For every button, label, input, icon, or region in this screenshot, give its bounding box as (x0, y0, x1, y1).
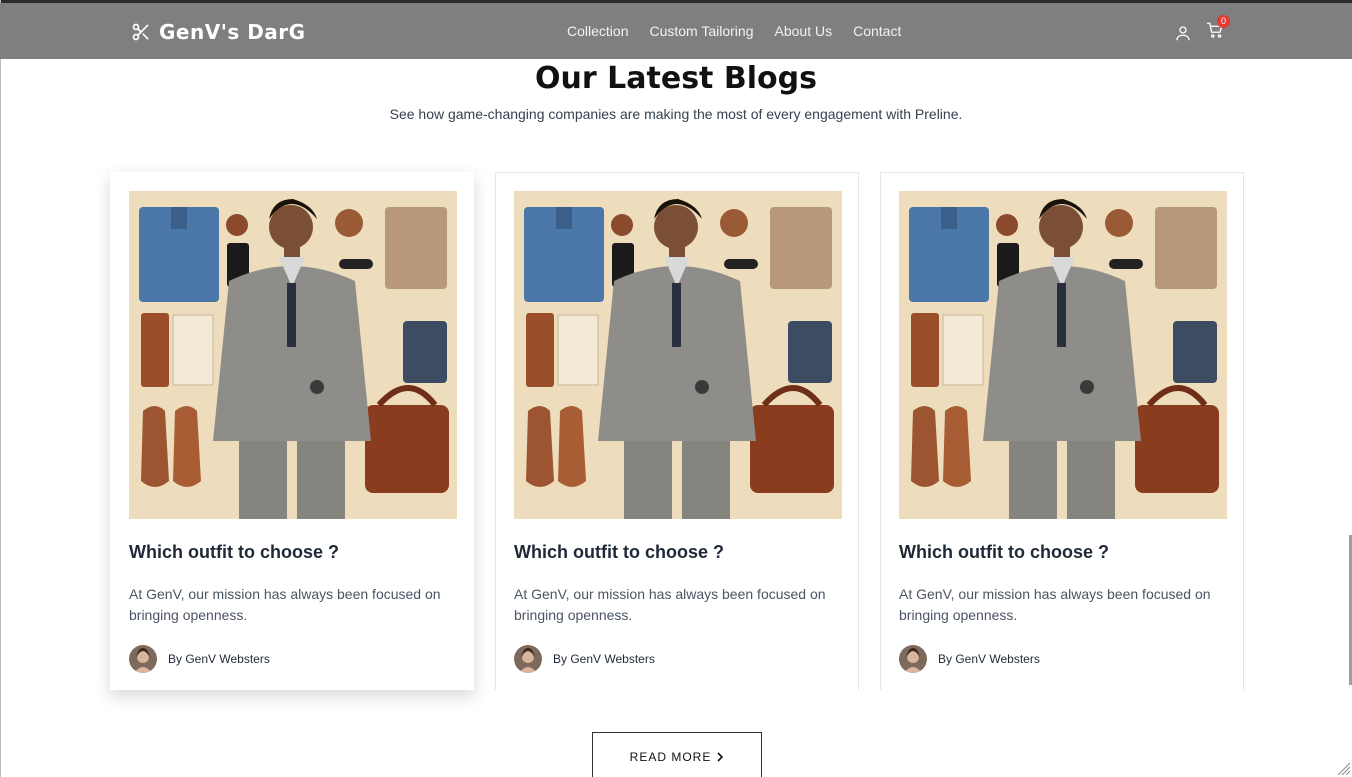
outfit-flatlay-image (514, 191, 842, 519)
main-nav: Collection Custom Tailoring About Us Con… (567, 23, 922, 39)
blog-cards: Which outfit to choose ? At GenV, our mi… (110, 172, 1244, 690)
card-author: By GenV Websters (129, 645, 270, 673)
nav-link-about-us[interactable]: About Us (775, 23, 833, 39)
outfit-flatlay-image (899, 191, 1227, 519)
section-subtitle: See how game-changing companies are maki… (389, 106, 963, 122)
navbar: GenV's DarG Collection Custom Tailoring … (0, 3, 1352, 59)
nav-link-contact[interactable]: Contact (853, 23, 901, 39)
section-title: Our Latest Blogs (535, 61, 817, 96)
card-excerpt: At GenV, our mission has always been foc… (899, 586, 1211, 623)
brand-logo[interactable]: GenV's DarG (131, 20, 306, 44)
nav-link-collection[interactable]: Collection (567, 23, 628, 39)
card-author: By GenV Websters (899, 645, 1040, 673)
author-name: By GenV Websters (553, 652, 655, 666)
read-more-label: READ MORE (629, 750, 712, 764)
cart-count-badge: 0 (1217, 15, 1230, 28)
card-excerpt: At GenV, our mission has always been foc… (514, 586, 826, 623)
avatar (514, 645, 542, 673)
author-name: By GenV Websters (168, 652, 270, 666)
blog-card[interactable]: Which outfit to choose ? At GenV, our mi… (110, 172, 474, 690)
brand-name: GenV's DarG (159, 20, 306, 44)
blog-card[interactable]: Which outfit to choose ? At GenV, our mi… (880, 172, 1244, 690)
nav-actions: 0 (1174, 15, 1230, 44)
blog-image[interactable] (129, 191, 457, 519)
card-title[interactable]: Which outfit to choose ? (899, 542, 1109, 563)
blog-image[interactable] (514, 191, 842, 519)
author-name: By GenV Websters (938, 652, 1040, 666)
user-icon[interactable] (1174, 24, 1192, 42)
card-excerpt: At GenV, our mission has always been foc… (129, 586, 441, 623)
blog-image[interactable] (899, 191, 1227, 519)
card-author: By GenV Websters (514, 645, 655, 673)
outfit-flatlay-image (129, 191, 457, 519)
card-title[interactable]: Which outfit to choose ? (514, 542, 724, 563)
read-more-button[interactable]: READ MORE (592, 732, 762, 777)
resize-grip-icon[interactable] (1336, 761, 1350, 775)
avatar (899, 645, 927, 673)
scissors-icon (132, 23, 149, 41)
nav-link-custom-tailoring[interactable]: Custom Tailoring (649, 23, 753, 39)
avatar (129, 645, 157, 673)
cart-button[interactable]: 0 (1206, 15, 1230, 44)
chevron-right-icon (717, 752, 724, 762)
card-title[interactable]: Which outfit to choose ? (129, 542, 339, 563)
blog-card[interactable]: Which outfit to choose ? At GenV, our mi… (495, 172, 859, 690)
